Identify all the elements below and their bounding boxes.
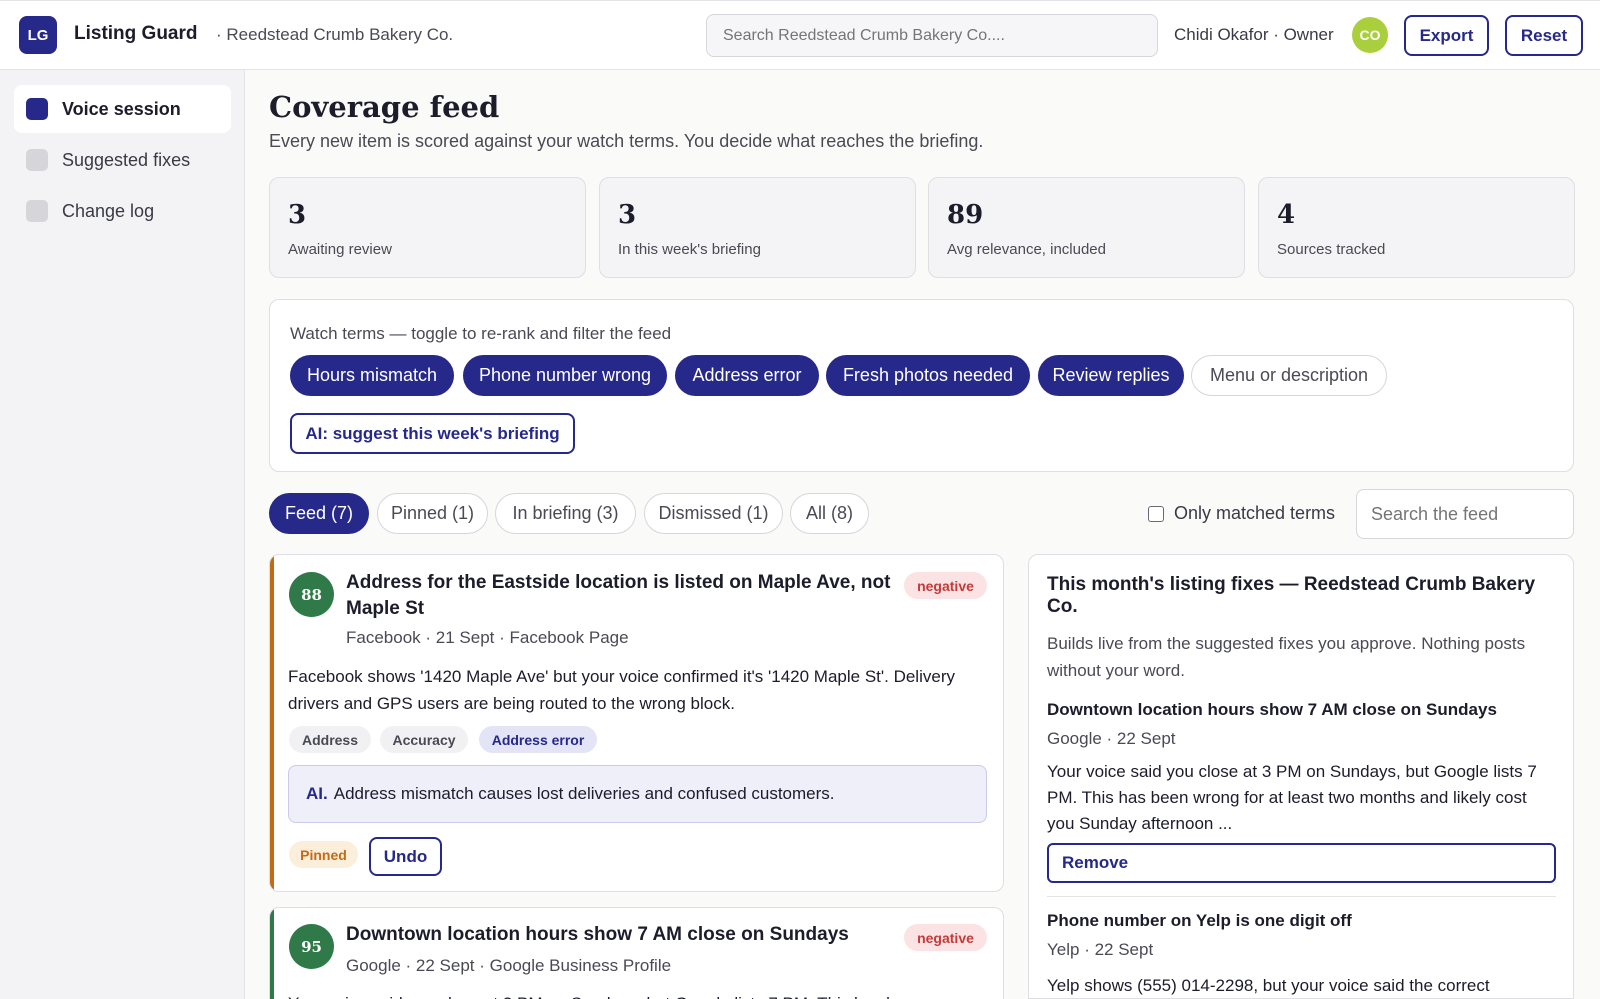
global-search-input[interactable] bbox=[706, 14, 1158, 57]
tag: Address bbox=[289, 726, 371, 753]
ai-suggest-briefing-button[interactable]: AI: suggest this week's briefing bbox=[290, 413, 575, 454]
watch-terms-panel: Watch terms — toggle to re-rank and filt… bbox=[269, 299, 1574, 472]
app-title: Listing Guard bbox=[74, 23, 198, 44]
chip-review-replies[interactable]: Review replies bbox=[1038, 355, 1184, 396]
stat-label: In this week's briefing bbox=[618, 241, 761, 258]
card-title[interactable]: Address for the Eastside location is lis… bbox=[346, 570, 891, 622]
top-bar: LG Listing Guard · Reedstead Crumb Baker… bbox=[0, 0, 1600, 70]
tag-matched: Address error bbox=[479, 726, 597, 753]
suggested-fixes-icon bbox=[26, 149, 48, 171]
tab-pinned[interactable]: Pinned (1) bbox=[377, 493, 488, 534]
card-accent bbox=[270, 908, 274, 999]
briefing-subtitle: Builds live from the suggested fixes you… bbox=[1047, 634, 1526, 680]
briefing-item-meta: Yelp · 22 Sept bbox=[1047, 940, 1154, 959]
chip-hours-mismatch[interactable]: Hours mismatch bbox=[290, 355, 454, 396]
app-logo: LG bbox=[19, 16, 57, 54]
sentiment-badge: negative bbox=[904, 924, 987, 951]
stat-value: 3 bbox=[618, 200, 637, 230]
change-log-icon bbox=[26, 200, 48, 222]
avatar[interactable]: CO bbox=[1352, 17, 1388, 53]
card-meta: Google · 22 Sept · Google Business Profi… bbox=[346, 956, 672, 975]
tab-all[interactable]: All (8) bbox=[790, 493, 869, 534]
tab-feed[interactable]: Feed (7) bbox=[269, 493, 369, 534]
page-title: Coverage feed bbox=[269, 90, 500, 124]
sentiment-badge: negative bbox=[904, 572, 987, 599]
chip-menu-or-description[interactable]: Menu or description bbox=[1191, 355, 1387, 396]
ai-note-prefix: AI. bbox=[306, 784, 328, 803]
briefing-item-body: Yelp shows (555) 014-2298, but your voic… bbox=[1047, 976, 1490, 995]
briefing-title: This month's listing fixes — Reedstead C… bbox=[1047, 574, 1536, 617]
export-button[interactable]: Export bbox=[1404, 15, 1489, 56]
briefing-item-title: Downtown location hours show 7 AM close … bbox=[1047, 700, 1497, 719]
feed-card: 88 Address for the Eastside location is … bbox=[269, 554, 1004, 892]
card-meta: Facebook · 21 Sept · Facebook Page bbox=[346, 628, 629, 647]
stat-card-awaiting-review: 3 Awaiting review bbox=[269, 177, 586, 278]
briefing-item-body: Your voice said you close at 3 PM on Sun… bbox=[1047, 762, 1537, 833]
tag: Accuracy bbox=[380, 726, 468, 753]
stat-card-sources-tracked: 4 Sources tracked bbox=[1258, 177, 1575, 278]
feed-search-input[interactable] bbox=[1356, 489, 1574, 539]
only-matched-checkbox[interactable] bbox=[1148, 506, 1164, 522]
tab-in-briefing[interactable]: In briefing (3) bbox=[495, 493, 636, 534]
chip-address-error[interactable]: Address error bbox=[675, 355, 819, 396]
stat-label: Sources tracked bbox=[1277, 241, 1386, 258]
sidebar-item-change-log[interactable]: Change log bbox=[14, 187, 231, 235]
tab-dismissed[interactable]: Dismissed (1) bbox=[644, 493, 783, 534]
ai-note-text: Address mismatch causes lost deliveries … bbox=[333, 784, 835, 803]
sidebar-item-voice-session[interactable]: Voice session bbox=[14, 85, 231, 133]
page-subtitle: Every new item is scored against your wa… bbox=[269, 131, 984, 151]
sidebar: Voice session Suggested fixes Change log bbox=[0, 70, 245, 999]
relevance-score: 95 bbox=[289, 924, 334, 969]
stat-label: Avg relevance, included bbox=[947, 241, 1106, 258]
relevance-score: 88 bbox=[289, 572, 334, 617]
sidebar-item-suggested-fixes[interactable]: Suggested fixes bbox=[14, 136, 231, 184]
stat-label: Awaiting review bbox=[288, 241, 392, 258]
voice-session-icon bbox=[26, 98, 48, 120]
card-body: Your voice said you close at 3 PM on Sun… bbox=[288, 990, 988, 999]
only-matched-label: Only matched terms bbox=[1174, 503, 1336, 523]
feed-card: 95 Downtown location hours show 7 AM clo… bbox=[269, 907, 1004, 999]
card-body: Facebook shows '1420 Maple Ave' but your… bbox=[288, 667, 955, 713]
user-name: Chidi Okafor · Owner bbox=[1174, 25, 1334, 44]
sidebar-item-label: Voice session bbox=[62, 98, 181, 119]
pinned-badge: Pinned bbox=[289, 841, 358, 868]
card-accent bbox=[270, 555, 274, 891]
watch-terms-label: Watch terms — toggle to re-rank and filt… bbox=[290, 324, 672, 343]
stat-value: 3 bbox=[288, 200, 307, 230]
briefing-item-title: Phone number on Yelp is one digit off bbox=[1047, 911, 1352, 930]
briefing-item-meta: Google · 22 Sept bbox=[1047, 729, 1176, 748]
chip-phone-number-wrong[interactable]: Phone number wrong bbox=[463, 355, 667, 396]
reset-button[interactable]: Reset bbox=[1505, 15, 1583, 56]
chip-fresh-photos-needed[interactable]: Fresh photos needed bbox=[826, 355, 1030, 396]
stat-card-avg-relevance: 89 Avg relevance, included bbox=[928, 177, 1245, 278]
org-name: · Reedstead Crumb Bakery Co. bbox=[216, 25, 454, 44]
stat-value: 89 bbox=[947, 200, 984, 230]
sidebar-item-label: Suggested fixes bbox=[62, 149, 191, 170]
stat-value: 4 bbox=[1277, 200, 1296, 230]
briefing-panel: This month's listing fixes — Reedstead C… bbox=[1028, 554, 1574, 999]
sidebar-item-label: Change log bbox=[62, 200, 155, 221]
divider bbox=[1047, 896, 1556, 897]
card-title[interactable]: Downtown location hours show 7 AM close … bbox=[346, 922, 891, 948]
remove-button[interactable]: Remove bbox=[1047, 843, 1556, 883]
ai-note: AI. Address mismatch causes lost deliver… bbox=[288, 765, 987, 823]
undo-button[interactable]: Undo bbox=[369, 837, 442, 876]
stat-card-in-briefing: 3 In this week's briefing bbox=[599, 177, 916, 278]
